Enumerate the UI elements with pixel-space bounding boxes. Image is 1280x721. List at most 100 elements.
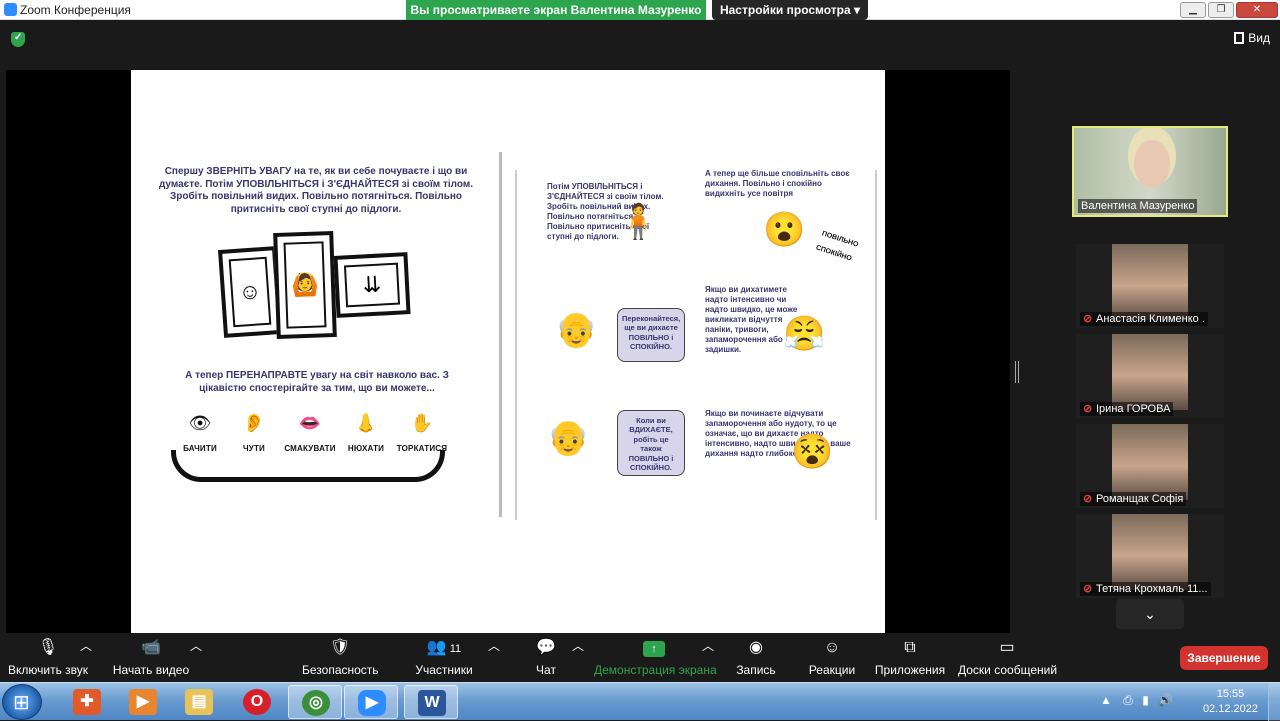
taskbar-app-chrome[interactable]: ◎ — [288, 685, 342, 719]
participant-video — [1112, 244, 1188, 320]
record-label: Запись — [736, 663, 776, 677]
participant-tile[interactable]: ⊘ Романщак Софія — [1076, 424, 1224, 508]
ear-icon: 👂 — [242, 413, 266, 433]
senses-brace — [171, 450, 445, 482]
panel-border-left — [515, 170, 517, 520]
taskbar-app-office[interactable]: ✚ — [60, 685, 114, 719]
view-button-label: Вид — [1248, 31, 1270, 45]
apps-button[interactable]: ⧉ Приложения — [874, 637, 946, 677]
start-video-button[interactable]: 📹 Начать видео — [112, 637, 190, 677]
muted-mic-icon: ⊘ — [1083, 492, 1093, 505]
taskbar-app-explorer[interactable]: ▤ — [172, 685, 226, 719]
participant-video — [1112, 334, 1188, 410]
stretch-figure-sketch: 🧍 — [617, 203, 660, 241]
shared-screen: Спершу ЗВЕРНІТЬ УВАГУ на те, як ви себе … — [6, 70, 1010, 633]
clock-time: 15:55 — [1216, 688, 1245, 700]
participant-name: ⊘ Ірина ГОРОВА — [1080, 402, 1174, 416]
taskbar-app-media[interactable]: ▶ — [116, 685, 170, 719]
participants-label: Участники — [415, 663, 473, 677]
opera-icon: O — [243, 689, 271, 715]
chat-button[interactable]: 💬 Чат — [528, 637, 564, 677]
chrome-icon: ◎ — [302, 690, 330, 716]
taskbar-app-word[interactable]: W — [404, 685, 458, 719]
share-arrow-icon: ↑ — [643, 641, 665, 657]
panel-resize-handle[interactable] — [1015, 361, 1019, 383]
taskbar-clock[interactable]: 15:55 02.12.2022 — [1203, 687, 1258, 717]
muted-mic-icon: 🎙 — [37, 639, 59, 656]
reactions-label: Реакции — [808, 663, 856, 677]
old-man-sketch-2: 👴 — [547, 419, 590, 457]
participant-name: Валентина Мазуренко — [1078, 199, 1198, 213]
panel-border-right — [875, 170, 877, 520]
window-title: Zoom Конференция — [20, 3, 131, 17]
system-tray: ▲ ⎙ ▮ 🔊 15:55 02.12.2022 — [1100, 683, 1280, 721]
security-button[interactable]: 🛡 Безопасность — [302, 637, 379, 677]
tray-icons: ▲ ⎙ ▮ 🔊 — [1100, 693, 1173, 708]
sense-hear: 👂 ЧУТИ — [227, 410, 281, 453]
maximize-button[interactable]: ❐ — [1208, 2, 1234, 18]
participant-tile[interactable]: ⊘ Анастасія Клименко . — [1076, 244, 1224, 328]
participant-video — [1112, 424, 1188, 500]
record-button[interactable]: ◉ Запись — [734, 637, 778, 677]
taskbar-app-zoom[interactable]: ▶ — [344, 685, 398, 719]
folder-icon: ▤ — [185, 689, 213, 715]
start-video-label: Начать видео — [112, 663, 190, 677]
unmute-button[interactable]: 🎙 Включить звук — [8, 637, 88, 677]
participants-button[interactable]: 👥 11 Участники — [414, 637, 474, 677]
close-button[interactable]: ✕ — [1236, 2, 1278, 18]
chat-bubble-icon: 💬 — [536, 639, 556, 656]
gallery-next-page-button[interactable]: ⌄ — [1116, 599, 1184, 629]
minimize-button[interactable]: ▁ — [1180, 2, 1206, 18]
participant-tile[interactable]: ⊘ Тетяна Крохмаль 11... — [1076, 514, 1224, 598]
tray-expand-icon[interactable]: ▲ — [1100, 693, 1112, 707]
participants-count: 11 — [449, 643, 462, 655]
chevron-down-icon: ⌄ — [1144, 606, 1156, 622]
participant-tile[interactable]: Валентина Мазуренко — [1072, 126, 1228, 217]
whiteboards-button[interactable]: ▭ Доски сообщений — [958, 637, 1058, 677]
device-icon[interactable]: ⎙ — [1123, 693, 1133, 707]
people-icon: 👥 — [426, 639, 447, 656]
left-redirect-text: А тепер ПЕРЕНАПРАВТЕ увагу на світ навко… — [185, 370, 449, 394]
reactions-button[interactable]: ☺ Реакции — [808, 637, 856, 677]
window-controls: ▁ ❐ ✕ — [1180, 0, 1280, 20]
show-desktop-button[interactable] — [1268, 683, 1280, 721]
frame-exhale: ☺ — [218, 246, 282, 338]
office-icon: ✚ — [73, 689, 101, 715]
zoom-icon — [4, 3, 17, 16]
encryption-shield-icon[interactable] — [11, 32, 25, 47]
share-screen-label: Демонстрация экрана — [594, 663, 717, 677]
speech-bubble-1: Переконайтеся, ще ви дихаєте ПОВІЛЬНО і … — [617, 308, 685, 362]
taskbar-app-opera[interactable]: O — [230, 685, 284, 719]
participants-options-caret[interactable]: ︿ — [488, 637, 500, 654]
hand-icon: ✋ — [410, 413, 434, 433]
media-player-icon: ▶ — [129, 689, 157, 715]
view-button[interactable]: Вид — [1234, 31, 1270, 45]
chat-options-caret[interactable]: ︿ — [572, 637, 584, 654]
sense-touch: ✋ ТОРКАТИСЯ — [395, 410, 449, 453]
sense-smell: 👃 НЮХАТИ — [339, 410, 393, 453]
audio-options-caret[interactable]: ︿ — [80, 637, 92, 654]
view-options-button[interactable]: Настройки просмотра ▾ — [712, 0, 868, 20]
muted-mic-icon: ⊘ — [1083, 582, 1093, 595]
participant-tile[interactable]: ⊘ Ірина ГОРОВА — [1076, 334, 1224, 418]
participant-name: ⊘ Романщак Софія — [1080, 492, 1187, 506]
volume-icon[interactable]: 🔊 — [1158, 693, 1173, 707]
video-options-caret[interactable]: ︿ — [190, 637, 202, 654]
start-button[interactable] — [2, 684, 42, 720]
dizzy-face-sketch: 😵 — [791, 433, 834, 471]
whiteboards-label: Доски сообщений — [958, 663, 1058, 677]
network-icon[interactable]: ▮ — [1142, 693, 1149, 707]
end-meeting-button[interactable]: Завершение — [1180, 646, 1268, 670]
chat-label: Чат — [536, 663, 556, 677]
layout-icon — [1234, 32, 1245, 44]
sense-see: 👁 БАЧИТИ — [173, 410, 227, 453]
record-icon: ◉ — [749, 639, 763, 656]
share-screen-button[interactable]: ↑ Демонстрация экрана — [594, 637, 717, 677]
share-options-caret[interactable]: ︿ — [702, 637, 714, 654]
sense-taste: 👄 СМАКУВАТИ — [283, 410, 337, 453]
muted-mic-icon: ⊘ — [1083, 402, 1093, 415]
participant-name: ⊘ Анастасія Клименко . — [1080, 312, 1208, 326]
clock-date: 02.12.2022 — [1202, 703, 1258, 715]
participant-video — [1112, 514, 1188, 590]
screen-share-banner: Вы просматриваете экран Валентина Мазуре… — [406, 0, 706, 20]
